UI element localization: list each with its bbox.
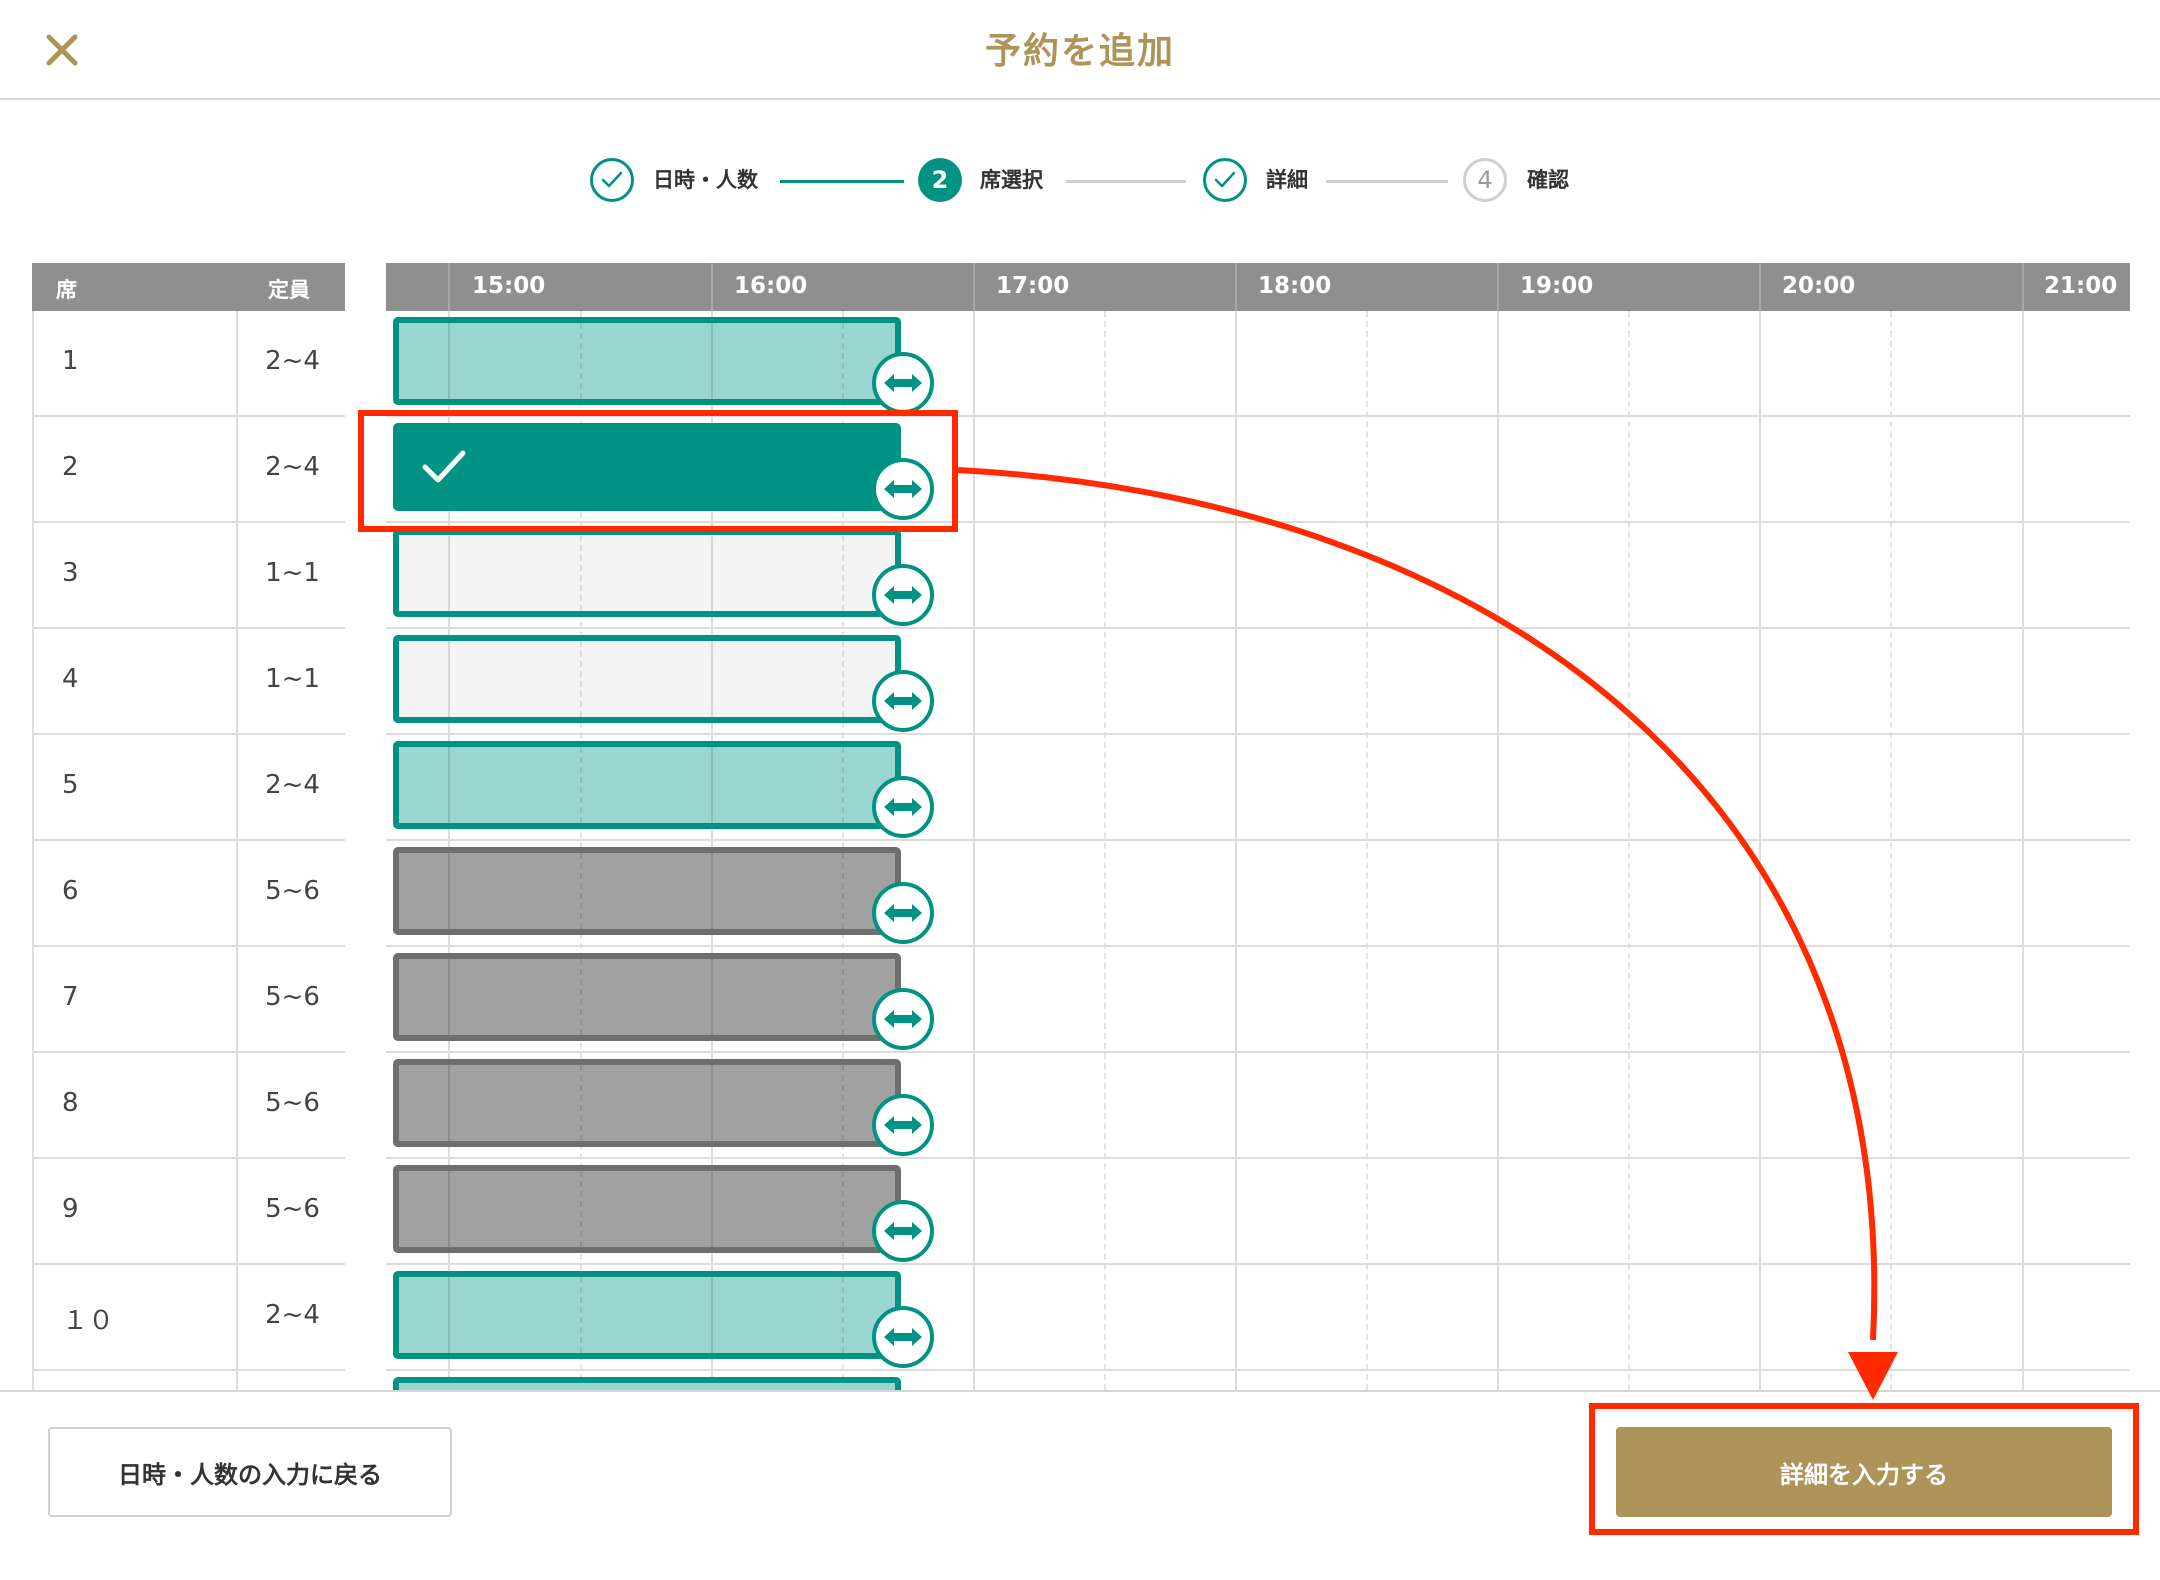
seat-8-time-slot (393, 1059, 901, 1147)
step-connector (1066, 180, 1186, 183)
seat-9-time-slot (393, 1165, 901, 1253)
seat-4-time-slot[interactable] (393, 635, 901, 723)
seat-1-time-slot[interactable] (393, 317, 901, 405)
check-icon (1214, 171, 1236, 188)
resize-handle[interactable] (872, 1094, 934, 1156)
seat-number: 9 (62, 1194, 79, 1224)
resize-handle[interactable] (872, 458, 934, 520)
step-4-label: 確認 (1527, 168, 1569, 192)
seat-row: 6 5~6 (34, 841, 345, 947)
step-1-label: 日時・人数 (653, 168, 758, 192)
seat-capacity: 2~4 (265, 770, 320, 800)
resize-handle[interactable] (872, 1306, 934, 1368)
seat-row (34, 1371, 345, 1390)
seat-row: 7 5~6 (34, 947, 345, 1053)
resize-handle[interactable] (872, 988, 934, 1050)
double-arrow-icon (884, 1328, 922, 1346)
seat-7-time-slot (393, 953, 901, 1041)
check-icon (601, 171, 623, 188)
double-arrow-icon (884, 374, 922, 392)
seat-2-time-slot[interactable] (393, 423, 901, 511)
seat-3-time-slot[interactable] (393, 529, 901, 617)
time-label: 19:00 (1520, 273, 1594, 299)
seat-row: 9 5~6 (34, 1159, 345, 1265)
seat-number: 6 (62, 876, 79, 906)
resize-handle[interactable] (872, 882, 934, 944)
step-2-circle: 2 (918, 158, 962, 202)
time-label: 15:00 (472, 273, 546, 299)
seat-6-time-slot (393, 847, 901, 935)
time-label: 16:00 (734, 273, 808, 299)
step-3-circle (1203, 158, 1247, 202)
seat-capacity: 1~1 (265, 558, 320, 588)
seat-capacity: 2~4 (265, 452, 320, 482)
seat-number: １０ (62, 1306, 115, 1336)
seat-row: １０ 2~4 (34, 1265, 345, 1371)
modal-header: 予約を追加 (0, 0, 2160, 100)
seat-number: 5 (62, 770, 79, 800)
double-arrow-icon (884, 692, 922, 710)
seat-capacity: 5~6 (265, 876, 320, 906)
capacity-column-header: 定員 (268, 278, 310, 302)
seat-table-header: 席 定員 (32, 263, 345, 311)
seat-capacity: 5~6 (265, 1194, 320, 1224)
double-arrow-icon (884, 1222, 922, 1240)
double-arrow-icon (884, 1010, 922, 1028)
resize-handle[interactable] (872, 564, 934, 626)
seat-number: 1 (62, 346, 79, 376)
double-arrow-icon (884, 1116, 922, 1134)
seat-capacity: 5~6 (265, 982, 320, 1012)
seat-row: 2 2~4 (34, 417, 345, 523)
seat-row: 1 2~4 (34, 311, 345, 417)
check-icon (422, 450, 466, 483)
seat-11-time-slot[interactable] (393, 1377, 901, 1390)
back-to-datetime-button[interactable]: 日時・人数の入力に戻る (48, 1427, 452, 1517)
resize-handle[interactable] (872, 1200, 934, 1262)
step-2-label: 席選択 (980, 168, 1043, 192)
double-arrow-icon (884, 586, 922, 604)
seat-column-header: 席 (56, 278, 77, 302)
seat-number: 2 (62, 452, 79, 482)
resize-handle[interactable] (872, 670, 934, 732)
timeline-header: 15:00 16:00 17:00 18:00 19:00 20:00 21:0… (386, 263, 2130, 311)
seat-capacity: 2~4 (265, 346, 320, 376)
seat-row: 5 2~4 (34, 735, 345, 841)
step-4-circle: 4 (1463, 158, 1507, 202)
double-arrow-icon (884, 798, 922, 816)
double-arrow-icon (884, 480, 922, 498)
seat-5-time-slot[interactable] (393, 741, 901, 829)
step-3-label: 詳細 (1266, 168, 1308, 192)
seat-row: 8 5~6 (34, 1053, 345, 1159)
double-arrow-icon (884, 904, 922, 922)
resize-handle[interactable] (872, 352, 934, 414)
seat-table: 1 2~4 2 2~4 3 1~1 4 1~1 5 2~4 6 5~6 7 5~6 8 5~6 … (32, 311, 345, 1390)
timeline-grid (386, 311, 2130, 1390)
step-1-circle (590, 158, 634, 202)
seat-row: 4 1~1 (34, 629, 345, 735)
seat-number: 3 (62, 558, 79, 588)
seat-number: 7 (62, 982, 79, 1012)
footer-bar: 日時・人数の入力に戻る 詳細を入力する (0, 1390, 2160, 1580)
enter-details-button[interactable]: 詳細を入力する (1616, 1427, 2112, 1517)
step-connector (780, 180, 904, 183)
seat-capacity: 1~1 (265, 664, 320, 694)
step-connector (1326, 180, 1448, 183)
seat-10-time-slot[interactable] (393, 1271, 901, 1359)
time-label: 21:00 (2044, 273, 2118, 299)
seat-capacity: 2~4 (265, 1300, 320, 1330)
seat-number: 4 (62, 664, 79, 694)
time-label: 18:00 (1258, 273, 1332, 299)
time-label: 20:00 (1782, 273, 1856, 299)
seat-row: 3 1~1 (34, 523, 345, 629)
time-label: 17:00 (996, 273, 1070, 299)
seat-number: 8 (62, 1088, 79, 1118)
resize-handle[interactable] (872, 776, 934, 838)
seat-capacity: 5~6 (265, 1088, 320, 1118)
page-title: 予約を追加 (984, 31, 1175, 72)
